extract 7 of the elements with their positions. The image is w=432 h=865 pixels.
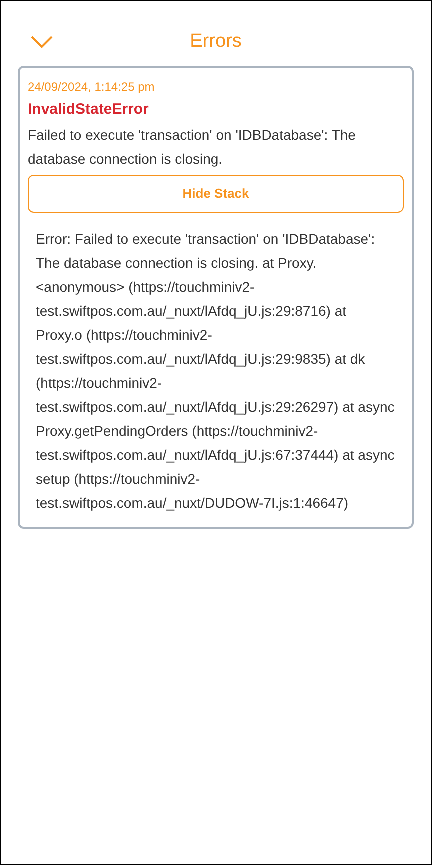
stack-trace: Error: Failed to execute 'transaction' on 'IDBDatabase': The database connection is closing. at Proxy.<anonymous> (https://touchminiv2-test.swiftpos.com.au/_nuxt/lAfdq_jU.js:29:8716) at Proxy.o (https://touchminiv2-test.swiftpos.com.au/_nuxt/lAfdq_jU.js:29:9835) at dk (https://touchminiv2-test.swiftpos.com.au/_nuxt/lAfdq_jU.js:29:26297) at async Proxy.getPendingOrders (https://touchminiv2-test.swiftpos.com.au/_nuxt/lAfdq_jU.js:67:37444) at async setup (https://touchminiv2-test.swiftpos.com.au/_nuxt/DUDOW-7I.js:1:46647) [35,230,396,513]
error-message: Failed to execute 'transaction' on 'IDBDatabase': The database connection is closing. [28,126,357,169]
error-name: InvalidStateError [28,100,150,120]
chevron-down-icon[interactable] [31,36,53,48]
timestamp: 24/09/2024, 1:14:25 pm [28,79,156,96]
hide-stack-button[interactable]: Hide Stack [28,175,404,213]
page-title: Errors [190,30,242,54]
